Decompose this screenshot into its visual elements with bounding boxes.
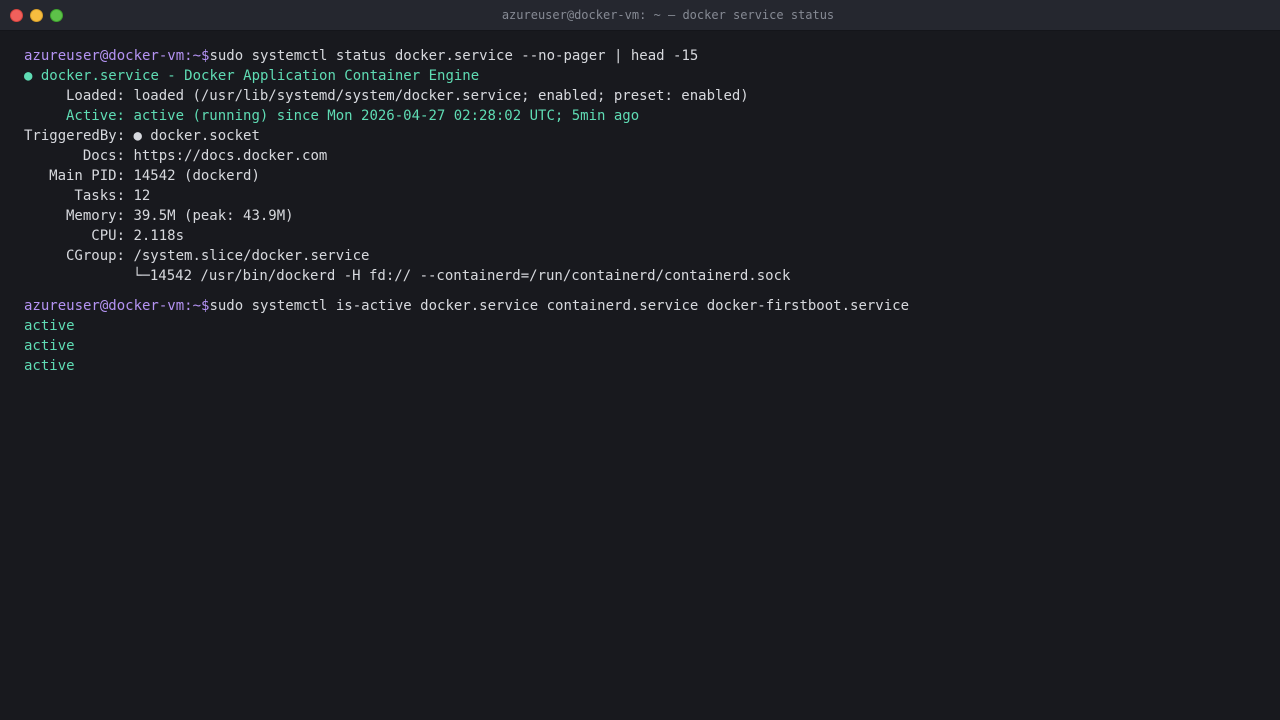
status-bullet-icon: ● [24, 68, 33, 84]
command-text: sudo systemctl is-active docker.service … [209, 298, 910, 314]
cgroup-tree-process: └─14542 /usr/bin/dockerd -H fd:// --cont… [133, 268, 791, 284]
status-field-label: Main PID: [49, 168, 125, 184]
status-field-value: ● docker.socket [133, 128, 260, 144]
status-field-label: Tasks: [74, 188, 125, 204]
status-field-line: CPU: 2.118s [24, 226, 1264, 246]
status-field-line: Docs: https://docs.docker.com [24, 146, 1264, 166]
status-field-value: 12 [133, 188, 151, 204]
status-field-value: 39.5M (peak: 43.9M) [133, 208, 294, 224]
status-field-label: Active: [65, 108, 125, 124]
status-field-label: Docs: [82, 148, 125, 164]
status-field-label: Memory: [65, 208, 125, 224]
is-active-result-line: active [24, 358, 75, 374]
status-field-label: CGroup: [65, 248, 125, 264]
status-field-label: TriggeredBy: [24, 128, 126, 144]
shell-prompt: azureuser@docker-vm:~$ [24, 298, 210, 314]
cgroup-tree-line: └─14542 /usr/bin/dockerd -H fd:// --cont… [24, 266, 1264, 286]
is-active-result-line: active [24, 338, 75, 354]
shell-prompt: azureuser@docker-vm:~$ [24, 48, 210, 64]
terminal-window: azureuser@docker-vm: ~ — docker service … [0, 0, 1280, 720]
window-title: azureuser@docker-vm: ~ — docker service … [501, 8, 835, 22]
terminal-output[interactable]: azureuser@docker-vm:~$sudo systemctl sta… [24, 46, 1264, 376]
command-line-2: azureuser@docker-vm:~$sudo systemctl is-… [24, 296, 1264, 316]
command-text: sudo systemctl status docker.service --n… [209, 48, 699, 64]
is-active-result-line: active [24, 318, 75, 334]
command-line-1: azureuser@docker-vm:~$sudo systemctl sta… [24, 46, 1264, 66]
title-bar[interactable]: azureuser@docker-vm: ~ — docker service … [0, 0, 1280, 31]
status-field-line: Active: active (running) since Mon 2026-… [24, 106, 1264, 126]
status-field-value: 2.118s [133, 228, 185, 244]
status-field-value: https://docs.docker.com [133, 148, 328, 164]
status-fields: Loaded: loaded (/usr/lib/systemd/system/… [24, 86, 1264, 266]
status-field-label: CPU: [91, 228, 125, 244]
is-active-results: active active active [24, 316, 1264, 376]
status-field-value: active (running) since Mon 2026-04-27 02… [133, 108, 640, 124]
status-field-line: Loaded: loaded (/usr/lib/systemd/system/… [24, 86, 1264, 106]
unit-description: docker.service - Docker Application Cont… [40, 68, 480, 84]
unit-header-line: ● docker.service - Docker Application Co… [24, 66, 1264, 86]
status-field-line: Main PID: 14542 (dockerd) [24, 166, 1264, 186]
output-gap [24, 286, 1264, 296]
status-field-line: Memory: 39.5M (peak: 43.9M) [24, 206, 1264, 226]
status-field-line: CGroup: /system.slice/docker.service [24, 246, 1264, 266]
status-field-line: TriggeredBy: ● docker.socket [24, 126, 1264, 146]
status-field-value: /system.slice/docker.service [133, 248, 370, 264]
status-field-value: loaded (/usr/lib/systemd/system/docker.s… [133, 88, 749, 104]
status-field-line: Tasks: 12 [24, 186, 1264, 206]
status-field-value: 14542 (dockerd) [133, 168, 260, 184]
status-field-label: Loaded: [65, 88, 125, 104]
